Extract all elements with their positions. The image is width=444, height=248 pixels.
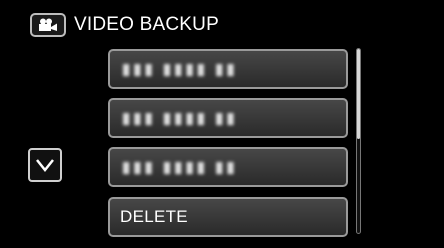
backup-item-1[interactable]: ▮▮▮ ▮▮▮▮ ▮▮ xyxy=(108,49,348,89)
chevron-down-icon xyxy=(36,159,54,172)
backup-item-2[interactable]: ▮▮▮ ▮▮▮▮ ▮▮ xyxy=(108,98,348,138)
video-camera-icon xyxy=(30,13,66,37)
blurred-item-label: ▮▮▮ ▮▮▮▮ ▮▮ xyxy=(122,61,238,78)
scrollbar[interactable] xyxy=(356,48,361,234)
blurred-item-label: ▮▮▮ ▮▮▮▮ ▮▮ xyxy=(122,159,238,176)
delete-label: DELETE xyxy=(120,207,188,226)
delete-button[interactable]: DELETE xyxy=(108,197,348,237)
blurred-item-label: ▮▮▮ ▮▮▮▮ ▮▮ xyxy=(122,110,238,127)
page-title: VIDEO BACKUP xyxy=(74,14,219,35)
backup-item-3[interactable]: ▮▮▮ ▮▮▮▮ ▮▮ xyxy=(108,147,348,187)
scroll-down-button[interactable] xyxy=(28,148,62,182)
scrollbar-thumb[interactable] xyxy=(357,49,360,139)
title-bar: VIDEO BACKUP xyxy=(30,10,219,40)
